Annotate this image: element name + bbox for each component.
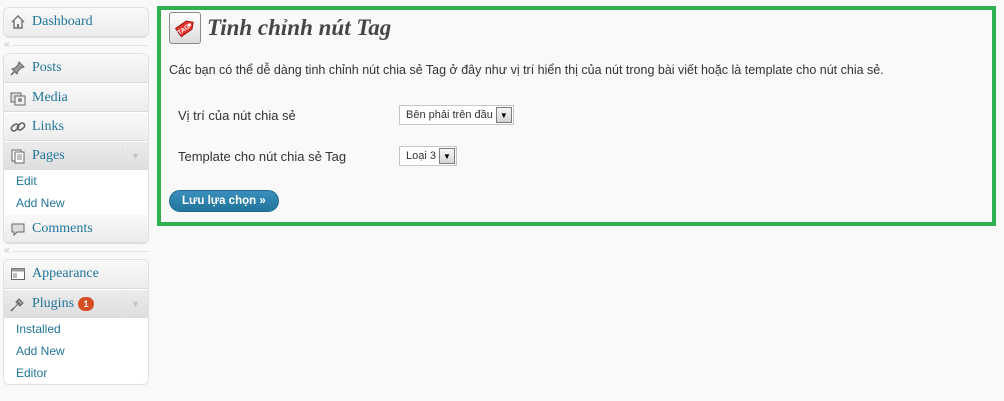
sidebar-item-links[interactable]: Links xyxy=(4,112,148,141)
plugins-submenu: Installed Add New Editor xyxy=(4,318,148,384)
submenu-item-editor[interactable]: Editor xyxy=(4,362,148,384)
settings-panel: TAG Tinh chỉnh nút Tag Các bạn có thể dễ… xyxy=(157,6,996,226)
sidebar-item-posts[interactable]: Posts xyxy=(4,54,148,83)
intro-text: Các bạn có thể dễ dàng tinh chỉnh nút ch… xyxy=(169,63,884,77)
menu-separator: « xyxy=(3,244,149,259)
sidebar-item-label: Dashboard xyxy=(32,14,93,29)
submenu-item-installed[interactable]: Installed xyxy=(4,318,148,340)
option-label: Vị trí của nút chia sẻ xyxy=(178,107,296,123)
select-value: Bên phải trên đầu xyxy=(406,109,493,121)
sidebar-item-media[interactable]: Media xyxy=(4,83,148,112)
page-header: TAG Tinh chỉnh nút Tag xyxy=(169,12,391,44)
option-label: Template cho nút chia sẻ Tag xyxy=(178,148,347,164)
menu-group-admin: Appearance Plugins 1 ▼ Installed Add New… xyxy=(3,259,149,385)
sidebar-item-label: Posts xyxy=(32,60,62,75)
link-icon xyxy=(8,117,28,137)
plugin-icon xyxy=(8,294,28,314)
template-select[interactable]: Loại 3 ▼ xyxy=(399,146,457,166)
dashboard-icon xyxy=(8,12,28,32)
sidebar-item-comments[interactable]: Comments xyxy=(4,214,148,243)
menu-group-dashboard: Dashboard xyxy=(3,7,149,38)
sidebar-item-pages[interactable]: Pages ▼ xyxy=(4,141,148,170)
sidebar-item-label: Pages xyxy=(32,147,65,163)
sidebar-item-dashboard[interactable]: Dashboard xyxy=(4,8,148,37)
submenu-item-add-new[interactable]: Add New xyxy=(4,340,148,362)
pin-icon xyxy=(8,58,28,78)
sidebar-item-label: Appearance xyxy=(32,266,99,281)
sidebar-item-label: Comments xyxy=(32,220,93,236)
pages-submenu: Edit Add New xyxy=(4,170,148,214)
appearance-icon xyxy=(8,264,28,284)
select-value: Loại 3 xyxy=(406,150,436,162)
pages-icon xyxy=(8,146,28,166)
admin-sidebar: Dashboard « Posts Media Links Pages ▼ Ed… xyxy=(3,7,149,385)
chevron-down-icon[interactable]: ▼ xyxy=(122,142,148,170)
option-row-position: Vị trí của nút chia sẻ Bên phải trên đầu… xyxy=(178,105,514,125)
collapse-arrow-icon[interactable]: « xyxy=(4,246,10,256)
submenu-item-add-new[interactable]: Add New xyxy=(4,192,148,214)
tag-logo-icon: TAG xyxy=(169,12,201,44)
dropdown-arrow-icon[interactable]: ▼ xyxy=(438,148,455,164)
option-row-template: Template cho nút chia sẻ Tag Loại 3 ▼ xyxy=(178,146,457,166)
sidebar-item-appearance[interactable]: Appearance xyxy=(4,260,148,289)
comment-icon xyxy=(8,219,28,239)
collapse-arrow-icon[interactable]: « xyxy=(4,40,10,50)
chevron-down-icon[interactable]: ▼ xyxy=(122,290,148,318)
sidebar-item-plugins[interactable]: Plugins 1 ▼ xyxy=(4,289,148,318)
menu-group-content: Posts Media Links Pages ▼ Edit Add New C… xyxy=(3,53,149,244)
save-button[interactable]: Lưu lựa chọn » xyxy=(169,190,279,212)
dropdown-arrow-icon[interactable]: ▼ xyxy=(495,107,512,123)
sidebar-item-label: Media xyxy=(32,89,68,105)
page-title: Tinh chỉnh nút Tag xyxy=(207,15,392,40)
update-count-badge: 1 xyxy=(78,296,95,311)
menu-separator: « xyxy=(3,38,149,53)
submenu-item-edit[interactable]: Edit xyxy=(4,170,148,192)
media-icon xyxy=(8,88,28,108)
sidebar-item-label: Links xyxy=(32,118,64,134)
sidebar-item-label: Plugins xyxy=(32,295,75,311)
position-select[interactable]: Bên phải trên đầu ▼ xyxy=(399,105,514,125)
